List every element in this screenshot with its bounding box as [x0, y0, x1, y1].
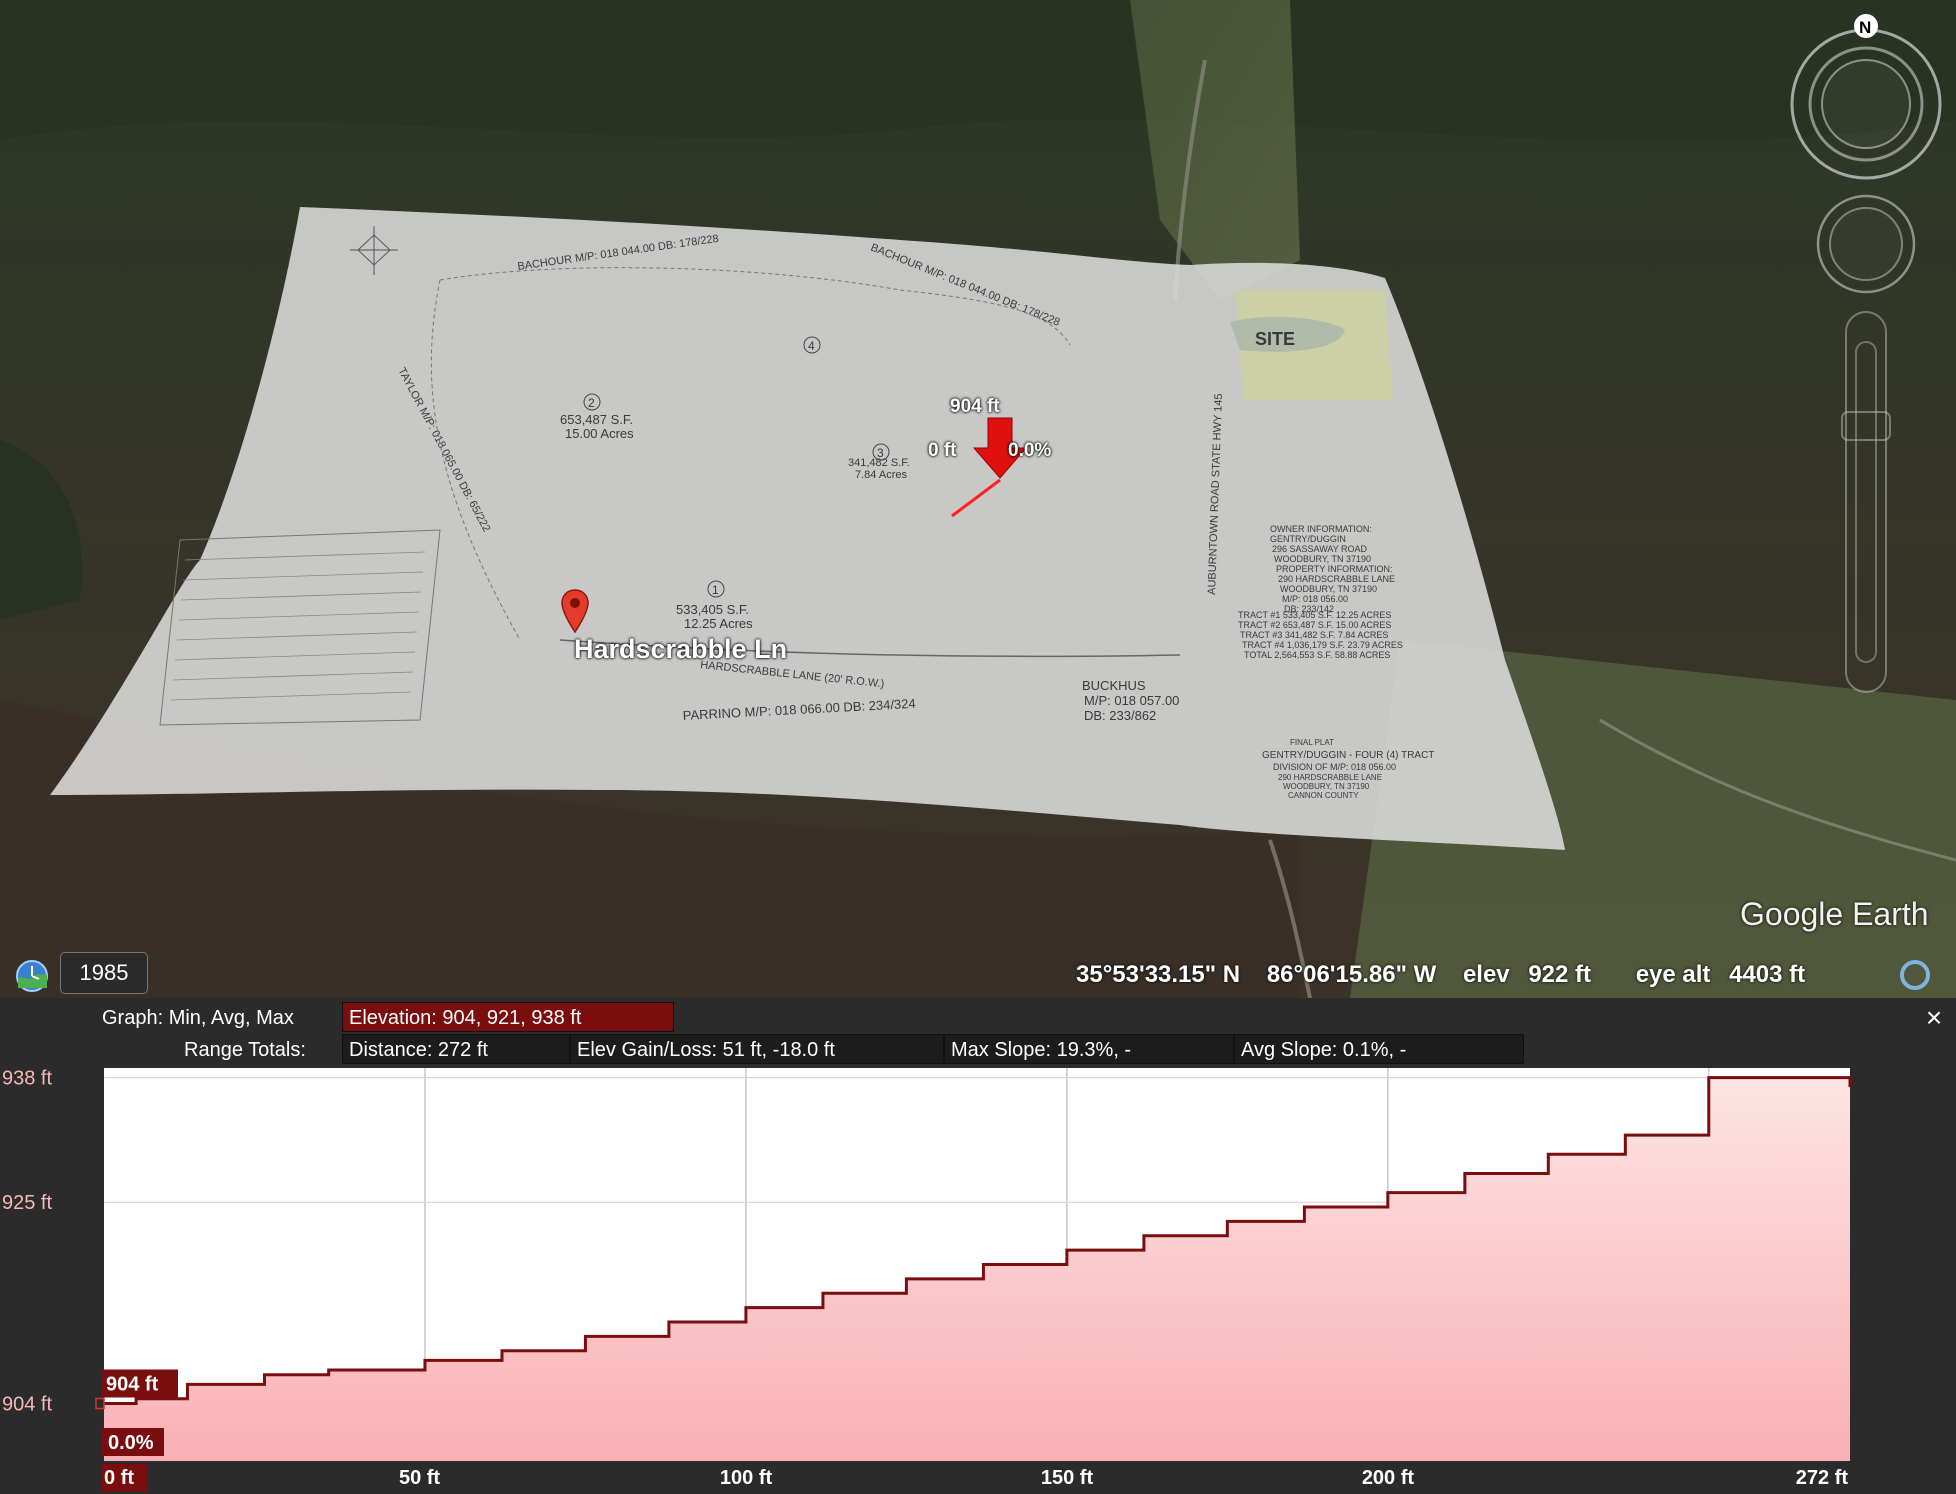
svg-text:N: N — [1859, 18, 1871, 37]
svg-text:FINAL PLAT: FINAL PLAT — [1290, 738, 1334, 747]
svg-text:290 HARDSCRABBLE LANE: 290 HARDSCRABBLE LANE — [1278, 574, 1395, 584]
svg-text:TOTAL 2,564,553 S.F. 58.8: TOTAL 2,564,553 S.F. 58.88 ACRES — [1244, 650, 1390, 660]
svg-text:WOODBURY, TN 37190: WOODBURY, TN 37190 — [1283, 782, 1370, 791]
eye-alt-readout: 4403 ft — [1729, 961, 1806, 988]
placemark-label[interactable]: Hardscrabble Ln — [574, 634, 787, 665]
elevation-chart[interactable]: 938 ft 925 ft 904 ft 0 ft 50 ft 100 ft 150 ft… — [0, 1060, 1956, 1494]
svg-text:GENTRY/DUGGIN - FOUR (4) TRACT: GENTRY/DUGGIN - FOUR (4) TRACT — [1262, 750, 1434, 761]
graph-label: Graph: Min, Avg, Max — [102, 1007, 294, 1029]
svg-text:7.84 Acres: 7.84 Acres — [855, 469, 907, 481]
svg-text:CANNON COUNTY: CANNON COUNTY — [1288, 791, 1359, 800]
placemark-pin-icon[interactable] — [560, 588, 590, 636]
cursor-elevation-text: 904 ft — [106, 1373, 159, 1395]
cursor-slope-text: 0.0% — [108, 1432, 154, 1454]
svg-text:15.00 Acres: 15.00 Acres — [565, 426, 634, 441]
svg-text:296 SASSAWAY ROAD: 296 SASSAWAY ROAD — [1272, 544, 1368, 554]
svg-text:TRACT #4 1,036,179 S.F. 23.79: TRACT #4 1,036,179 S.F. 23.79 ACRES — [1242, 640, 1403, 650]
svg-text:WOODBURY, TN 37190: WOODBURY, TN 37190 — [1280, 584, 1377, 594]
svg-text:4: 4 — [808, 339, 815, 353]
map-view[interactable]: SITE BACHOUR M/P: 018 044.00 DB: 178/228… — [0, 0, 1956, 998]
loading-globe-icon — [1900, 960, 1930, 990]
plat-label-buckhus-db: DB: 233/862 — [1084, 708, 1156, 723]
svg-text:PROPERTY INFORMATION:: PROPERTY INFORMATION: — [1276, 564, 1393, 574]
svg-text:TRACT #1 533,405 S.F. 12.2: TRACT #1 533,405 S.F. 12.25 ACRES — [1238, 610, 1391, 620]
x-tick-label: 0 ft — [104, 1467, 134, 1489]
longitude-readout: 86°06'15.86" W — [1266, 961, 1437, 988]
svg-text:WOODBURY, TN 37190: WOODBURY, TN 37190 — [1274, 554, 1371, 564]
y-tick-label: 938 ft — [2, 1068, 52, 1090]
compass-icon[interactable]: N — [1790, 14, 1942, 180]
svg-text:12.25 Acres: 12.25 Acres — [684, 616, 753, 631]
svg-text:1: 1 — [712, 583, 719, 597]
svg-text:GENTRY/DUGGIN: GENTRY/DUGGIN — [1270, 534, 1346, 544]
range-totals-label: Range Totals: — [184, 1039, 306, 1061]
status-bar: 35°53'33.15" N 86°06'15.86" W elev 922 f… — [1076, 961, 1825, 989]
x-tick-label: 272 ft — [1796, 1467, 1849, 1489]
plat-label-buckhus-mp: M/P: 018 057.00 — [1084, 693, 1179, 708]
ruler-distance-label: 0 ft — [928, 440, 957, 461]
time-slider-icon[interactable] — [14, 958, 50, 994]
google-earth-logo: Google Earth — [1740, 896, 1929, 932]
svg-text:533,405 S.F.: 533,405 S.F. — [676, 602, 749, 617]
svg-text:2: 2 — [588, 396, 595, 410]
x-tick-label: 200 ft — [1362, 1467, 1415, 1489]
svg-text:341,482 S.F.: 341,482 S.F. — [848, 457, 910, 469]
historical-year-box[interactable]: 1985 — [60, 952, 148, 994]
svg-text:290 HARDSCRABBLE LANE: 290 HARDSCRABBLE LANE — [1278, 773, 1382, 782]
ruler-elevation-label: 904 ft — [950, 396, 1000, 417]
x-tick-label: 150 ft — [1041, 1467, 1094, 1489]
elevation-summary[interactable]: Elevation: 904, 921, 938 ft — [342, 1002, 674, 1032]
cursor-marker — [95, 1397, 105, 1410]
y-tick-label: 904 ft — [2, 1393, 52, 1415]
navigation-controls[interactable]: N — [1780, 12, 1950, 702]
svg-text:TRACT #3 341,482 S.F. 7.84: TRACT #3 341,482 S.F. 7.84 ACRES — [1240, 630, 1388, 640]
ruler-slope-label: 0.0% — [1008, 440, 1052, 461]
svg-text:TRACT #2 653,487 S.F. 15.0: TRACT #2 653,487 S.F. 15.00 ACRES — [1238, 620, 1391, 630]
plat-overlay: SITE BACHOUR M/P: 018 044.00 DB: 178/228… — [50, 207, 1565, 850]
svg-text:DIVISION OF M/P: 018 056.00: DIVISION OF M/P: 018 056.00 — [1273, 762, 1396, 772]
zoom-slider-icon[interactable] — [1841, 311, 1891, 693]
elev-readout: 922 ft — [1528, 961, 1592, 988]
plat-tract-table: TRACT #1 533,405 S.F. 12.25 ACRES TRACT … — [1238, 610, 1403, 660]
x-tick-label: 100 ft — [720, 1467, 773, 1489]
y-axis-ticks: 938 ft 925 ft 904 ft — [2, 1068, 52, 1416]
x-axis-ticks: 0 ft 50 ft 100 ft 150 ft 200 ft 272 ft — [102, 1464, 1848, 1492]
elev-label: elev — [1462, 961, 1510, 988]
eye-alt-label: eye alt — [1635, 961, 1711, 988]
latitude-readout: 35°53'33.15" N — [1076, 961, 1241, 988]
plat-site-label: SITE — [1255, 329, 1295, 349]
plat-label-buckhus: BUCKHUS — [1082, 678, 1146, 693]
y-tick-label: 925 ft — [2, 1192, 52, 1214]
look-joystick-icon[interactable] — [1816, 194, 1916, 294]
svg-text:OWNER INFORMATION:: OWNER INFORMATION: — [1270, 524, 1372, 534]
x-tick-label: 50 ft — [399, 1467, 440, 1489]
close-button[interactable]: × — [1920, 1004, 1948, 1032]
svg-text:653,487 S.F.: 653,487 S.F. — [560, 412, 633, 427]
svg-text:M/P: 018 056.00: M/P: 018 056.00 — [1282, 594, 1348, 604]
